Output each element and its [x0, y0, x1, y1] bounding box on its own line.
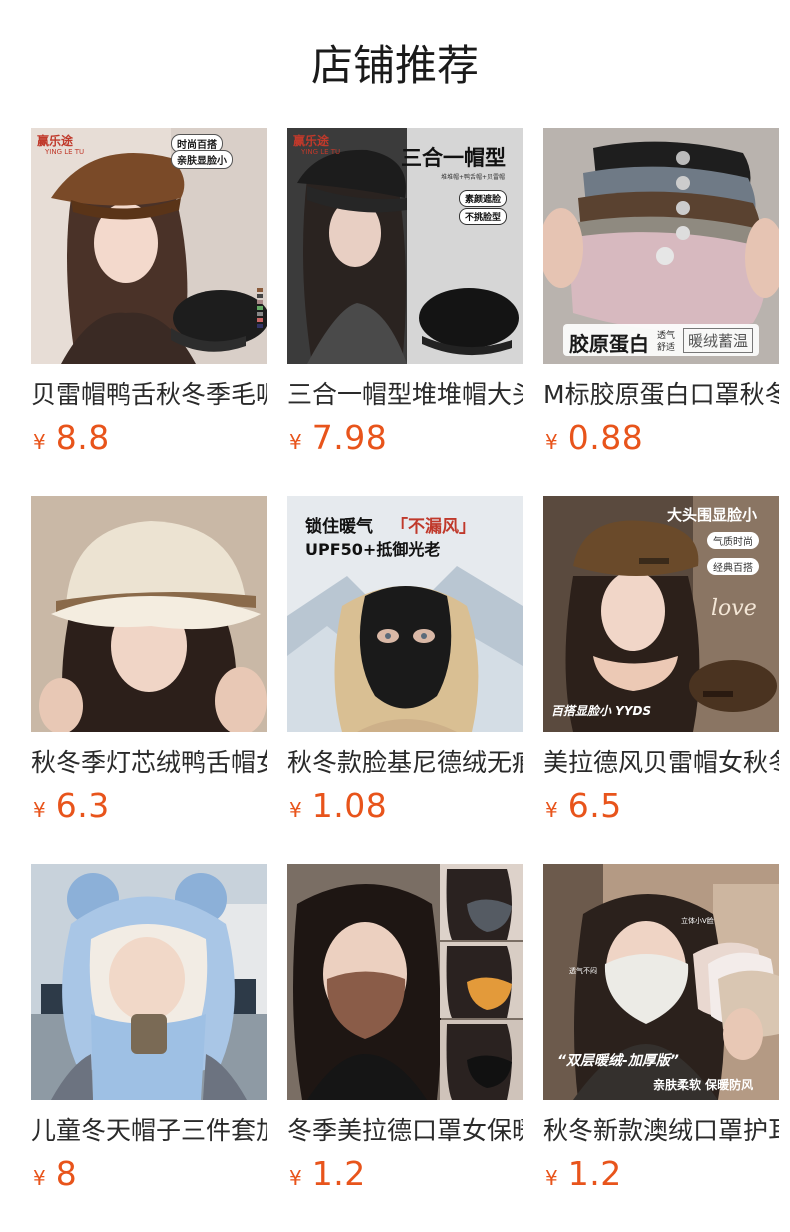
product-image[interactable]: 立体小V脸 透气不闷 “双层暖绒-加厚版” 亲肤柔软 保暖防风	[543, 864, 779, 1100]
product-price-row: ¥ 8	[31, 1154, 267, 1198]
product-price: 1.2	[567, 1154, 622, 1193]
product-name[interactable]: 儿童冬天帽子三件套加	[31, 1114, 267, 1148]
image-headline: 三合一帽型	[401, 146, 506, 170]
image-caption: 亲肤柔软 保暖防风	[653, 1078, 754, 1092]
product-grid: 赢乐途 YING LE TU 时尚百搭 亲肤显脸小 贝雷帽鸭舌秋冬季毛呢 ¥ 8…	[31, 128, 779, 1232]
product-name[interactable]: 三合一帽型堆堆帽大头	[287, 378, 523, 412]
product-card[interactable]: 秋冬季灯芯绒鸭舌帽女 ¥ 6.3	[31, 496, 267, 864]
product-price-row: ¥ 8.8	[31, 418, 267, 462]
product-image[interactable]	[31, 864, 267, 1100]
product-card[interactable]: 大头围显脸小 气质时尚 经典百搭 love 百搭显脸小 YYDS 美拉德风贝雷帽…	[543, 496, 779, 864]
image-headline-highlight: 「不漏风」	[391, 517, 476, 537]
currency-symbol: ¥	[545, 798, 558, 822]
product-card[interactable]: 锁住暖气 「不漏风」 UPF50+抵御光老 秋冬款脸基尼德绒无痕 ¥ 1.08	[287, 496, 523, 864]
image-headline: 锁住暖气	[305, 517, 373, 537]
product-name[interactable]: 美拉德风贝雷帽女秋冬	[543, 746, 779, 780]
image-headline: 大头围显脸小	[667, 506, 758, 524]
product-image[interactable]	[31, 496, 267, 732]
product-name[interactable]: 秋冬季灯芯绒鸭舌帽女	[31, 746, 267, 780]
product-image[interactable]: 锁住暖气 「不漏风」 UPF50+抵御光老	[287, 496, 523, 732]
product-price: 8	[55, 1154, 78, 1193]
product-price-row: ¥ 7.98	[287, 418, 523, 462]
image-sub: 舒适	[657, 343, 676, 353]
image-brand-label: 赢乐途	[293, 134, 330, 148]
image-tag: 亲肤显脸小	[171, 150, 233, 169]
image-subline: UPF50+抵御光老	[305, 540, 441, 559]
product-image[interactable]	[287, 864, 523, 1100]
page-title: 店铺推荐	[310, 41, 479, 90]
currency-symbol: ¥	[289, 798, 302, 822]
product-card[interactable]: 赢乐途 YING LE TU 三合一帽型 堆堆帽+鸭舌帽+贝雷帽 素颜遮脸 不挑…	[287, 128, 523, 496]
product-price: 1.08	[311, 786, 388, 825]
product-price: 6.3	[55, 786, 110, 825]
currency-symbol: ¥	[33, 798, 46, 822]
currency-symbol: ¥	[289, 1166, 302, 1190]
image-caption: 百搭显脸小 YYDS	[551, 704, 652, 718]
product-name[interactable]: 冬季美拉德口罩女保暖	[287, 1114, 523, 1148]
currency-symbol: ¥	[289, 430, 302, 454]
currency-symbol: ¥	[545, 430, 558, 454]
product-price: 0.88	[567, 418, 644, 457]
product-card[interactable]: 儿童冬天帽子三件套加 ¥ 8	[31, 864, 267, 1232]
product-price-row: ¥ 1.08	[287, 786, 523, 830]
product-price-row: ¥ 0.88	[543, 418, 779, 462]
product-name[interactable]: 秋冬新款澳绒口罩护耳	[543, 1114, 779, 1148]
image-brand-sub: YING LE TU	[45, 148, 85, 156]
image-brand-sub: YING LE TU	[301, 148, 341, 156]
image-tag: 经典百搭	[707, 558, 759, 575]
product-image[interactable]: 赢乐途 YING LE TU 时尚百搭 亲肤显脸小	[31, 128, 267, 364]
product-price: 6.5	[567, 786, 622, 825]
product-image[interactable]: 胶原蛋白 透气 舒适 暖绒蓄温	[543, 128, 779, 364]
product-price-row: ¥ 1.2	[287, 1154, 523, 1198]
image-brand-label: 赢乐途	[37, 134, 74, 148]
product-image[interactable]: 大头围显脸小 气质时尚 经典百搭 love 百搭显脸小 YYDS	[543, 496, 779, 732]
image-subline: 堆堆帽+鸭舌帽+贝雷帽	[441, 174, 506, 181]
image-tag: 暖绒蓄温	[683, 328, 754, 353]
product-price-row: ¥ 6.3	[31, 786, 267, 830]
image-tag: 气质时尚	[707, 532, 759, 549]
image-tag: 素颜遮脸	[459, 190, 508, 207]
product-price-row: ¥ 1.2	[543, 1154, 779, 1198]
product-name[interactable]: M标胶原蛋白口罩秋冬	[543, 378, 779, 412]
image-tag: 透气不闷	[569, 967, 597, 975]
image-tag: 立体小V脸	[681, 917, 714, 925]
image-banner: “双层暖绒-加厚版”	[557, 1053, 679, 1069]
product-card[interactable]: 冬季美拉德口罩女保暖 ¥ 1.2	[287, 864, 523, 1232]
currency-symbol: ¥	[33, 430, 46, 454]
product-price: 7.98	[311, 418, 388, 457]
image-headline: 胶原蛋白	[569, 332, 649, 356]
image-script-text: love	[711, 596, 757, 621]
currency-symbol: ¥	[33, 1166, 46, 1190]
product-image[interactable]: 赢乐途 YING LE TU 三合一帽型 堆堆帽+鸭舌帽+贝雷帽 素颜遮脸 不挑…	[287, 128, 523, 364]
currency-symbol: ¥	[545, 1166, 558, 1190]
product-card[interactable]: 立体小V脸 透气不闷 “双层暖绒-加厚版” 亲肤柔软 保暖防风 秋冬新款澳绒口罩…	[543, 864, 779, 1232]
product-card[interactable]: 胶原蛋白 透气 舒适 暖绒蓄温 M标胶原蛋白口罩秋冬 ¥ 0.88	[543, 128, 779, 496]
image-tag: 不挑脸型	[459, 208, 508, 225]
product-name[interactable]: 秋冬款脸基尼德绒无痕	[287, 746, 523, 780]
product-price-row: ¥ 6.5	[543, 786, 779, 830]
product-price: 8.8	[55, 418, 110, 457]
product-price: 1.2	[311, 1154, 366, 1193]
product-card[interactable]: 赢乐途 YING LE TU 时尚百搭 亲肤显脸小 贝雷帽鸭舌秋冬季毛呢 ¥ 8…	[31, 128, 267, 496]
product-name[interactable]: 贝雷帽鸭舌秋冬季毛呢	[31, 378, 267, 412]
